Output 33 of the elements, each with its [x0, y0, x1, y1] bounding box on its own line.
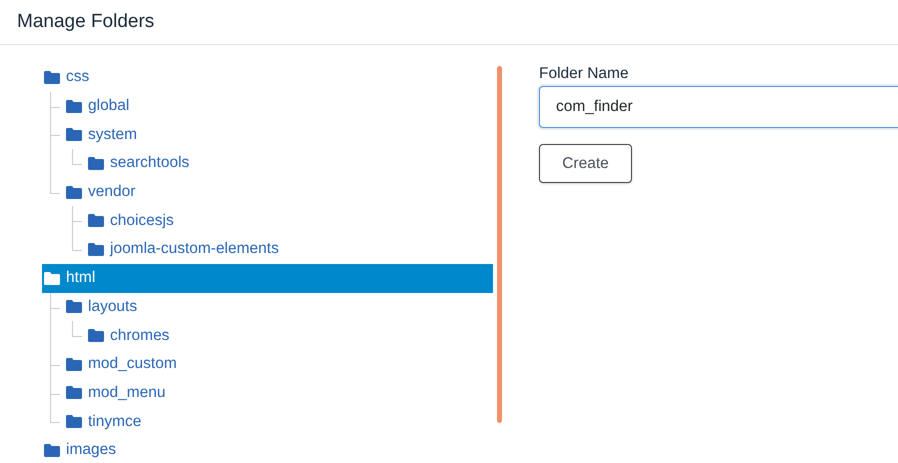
- folder-item[interactable]: global: [64, 92, 493, 120]
- folder-item[interactable]: html: [42, 264, 493, 292]
- folder-icon: [66, 186, 82, 199]
- field-label: Folder Name: [539, 65, 629, 84]
- dialog-title: Manage Folders: [17, 11, 154, 33]
- folder-item[interactable]: css: [42, 63, 493, 92]
- folder-item[interactable]: system: [64, 120, 493, 150]
- folder-item[interactable]: searchtools: [86, 149, 493, 178]
- folder-icon: [66, 358, 82, 371]
- folder-item[interactable]: choicesjs: [86, 206, 493, 236]
- folder-icon: [44, 70, 60, 84]
- folder-icon: [88, 329, 104, 342]
- folder-icon: [44, 272, 60, 285]
- folder-item[interactable]: chromes: [86, 321, 493, 350]
- folder-icon: [88, 214, 104, 228]
- folder-icon: [88, 242, 104, 256]
- folder-icon: [66, 100, 82, 113]
- folder-item[interactable]: vendor: [64, 178, 493, 206]
- folder-item[interactable]: tinymce: [64, 407, 493, 436]
- folder-icon: [88, 156, 104, 170]
- folder-icon: [44, 444, 60, 457]
- folder-name-field[interactable]: com_finder: [539, 86, 898, 128]
- folder-item[interactable]: images: [42, 436, 493, 463]
- scrollbar[interactable]: [497, 66, 502, 423]
- folder-icon: [66, 300, 82, 314]
- folder-icon: [66, 128, 82, 142]
- folder-item[interactable]: layouts: [64, 292, 493, 322]
- folder-item[interactable]: joomla-custom-elements: [86, 235, 493, 264]
- folder-icon: [66, 415, 82, 428]
- folder-icon: [66, 386, 82, 400]
- create-button[interactable]: Create: [539, 144, 632, 183]
- folder-item[interactable]: mod_menu: [64, 378, 493, 408]
- folder-item[interactable]: mod_custom: [64, 350, 493, 379]
